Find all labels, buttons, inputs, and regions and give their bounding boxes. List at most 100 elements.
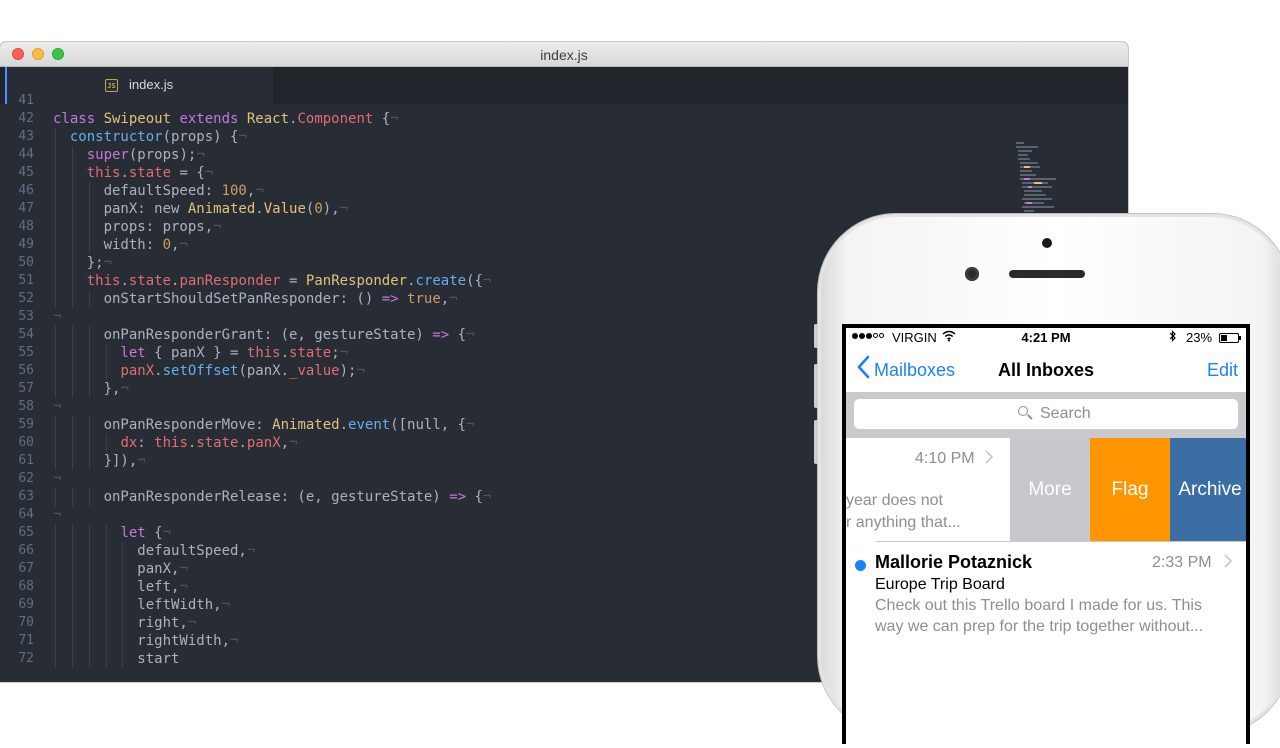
line-number: 41 xyxy=(18,93,34,108)
indent-guide xyxy=(71,362,73,380)
indent-guide xyxy=(55,164,56,182)
line-number: 46 xyxy=(18,183,34,198)
code-text: rightWidth,¬ xyxy=(53,633,239,649)
code-text: panX: new Animated.Value(0),¬ xyxy=(53,201,349,217)
archive-action-button[interactable]: Archive xyxy=(1170,438,1246,541)
code-text: },¬ xyxy=(53,381,129,397)
code-text: onStartShouldSetPanResponder: () => true… xyxy=(53,291,458,307)
indent-guide xyxy=(88,614,90,632)
list-item-swiped[interactable]: 4:10 PM year does not r anything that...… xyxy=(846,438,1246,541)
code-line: 45 this.state = {¬ xyxy=(0,164,1000,182)
line-number: 60 xyxy=(18,435,34,450)
flag-action-button[interactable]: Flag xyxy=(1090,438,1170,541)
search-bar: Search xyxy=(846,392,1246,438)
indent-guide xyxy=(71,452,73,470)
search-input[interactable]: Search xyxy=(854,399,1238,429)
indent-guide xyxy=(105,560,107,578)
search-icon xyxy=(1018,406,1028,416)
code-text: };¬ xyxy=(53,255,113,271)
list-item[interactable]: Mallorie Potaznick 2:33 PM Europe Trip B… xyxy=(846,542,1246,652)
code-text: width: 0,¬ xyxy=(53,237,188,253)
line-number: 59 xyxy=(18,417,34,432)
code-text: super(props);¬ xyxy=(86,147,205,163)
title-bar: index.js xyxy=(0,42,1128,67)
code-text: ¬ xyxy=(53,309,62,325)
indent-guide xyxy=(88,542,90,560)
indent-guide xyxy=(105,632,107,650)
indent-guide xyxy=(55,416,56,434)
line-number: 58 xyxy=(18,399,34,414)
indent-guide xyxy=(88,380,90,398)
indent-guide xyxy=(122,560,124,578)
js-file-icon: JS xyxy=(105,79,118,92)
front-camera-icon xyxy=(965,267,979,281)
indent-guide xyxy=(55,272,56,290)
indent-guide xyxy=(71,272,73,290)
indent-guide xyxy=(88,524,90,542)
indent-guide xyxy=(55,380,56,398)
line-number: 43 xyxy=(18,129,34,144)
message-time: 2:33 PM xyxy=(1152,554,1212,571)
indent-guide xyxy=(55,488,56,506)
indent-guide xyxy=(88,650,90,668)
indent-guide xyxy=(55,632,56,650)
indent-guide xyxy=(71,254,73,272)
indent-guide xyxy=(71,542,73,560)
window-title: index.js xyxy=(540,47,588,63)
indent-guide xyxy=(88,344,90,362)
line-number: 45 xyxy=(18,165,34,180)
line-number: 53 xyxy=(18,309,34,324)
indent-guide xyxy=(71,326,73,344)
bluetooth-icon xyxy=(1169,330,1177,345)
code-text: ¬ xyxy=(53,471,62,487)
indent-guide xyxy=(88,434,90,452)
line-number: 51 xyxy=(18,273,34,288)
indent-guide xyxy=(105,578,107,596)
edit-button[interactable]: Edit xyxy=(1207,360,1238,381)
line-number: 66 xyxy=(18,543,34,558)
code-text: let {¬ xyxy=(120,525,172,541)
indent-guide xyxy=(55,614,56,632)
indent-guide xyxy=(71,434,73,452)
indent-guide xyxy=(88,560,90,578)
code-text: leftWidth,¬ xyxy=(53,597,231,613)
line-number: 63 xyxy=(18,489,34,504)
indent-guide xyxy=(71,578,73,596)
indent-guide xyxy=(122,542,124,560)
indent-guide xyxy=(88,182,90,200)
line-number: 67 xyxy=(18,561,34,576)
message-preview: r anything that... xyxy=(846,514,961,531)
search-placeholder: Search xyxy=(1040,405,1091,422)
indent-guide xyxy=(55,650,56,668)
earpiece-speaker xyxy=(1009,270,1085,278)
battery-percentage: 23% xyxy=(1186,330,1213,345)
code-text: right,¬ xyxy=(53,615,197,631)
volume-down-button xyxy=(814,420,818,464)
line-number: 70 xyxy=(18,615,34,630)
code-text: this.state.panResponder = PanResponder.c… xyxy=(86,273,492,289)
code-text: class Swipeout extends React.Component {… xyxy=(53,111,399,127)
proximity-sensor xyxy=(1042,238,1052,248)
indent-guide xyxy=(71,614,73,632)
line-number: 48 xyxy=(18,219,34,234)
line-number: 42 xyxy=(18,111,34,126)
code-text: ¬ xyxy=(53,507,62,523)
line-number: 50 xyxy=(18,255,34,270)
message-subject: Europe Trip Board xyxy=(875,576,1005,593)
navigation-bar: Mailboxes All Inboxes Edit xyxy=(846,348,1246,392)
code-text: onPanResponderRelease: (e, gestureState)… xyxy=(53,489,492,505)
code-text: onPanResponderGrant: (e, gestureState) =… xyxy=(53,327,475,343)
indent-guide xyxy=(71,146,73,164)
line-number: 54 xyxy=(18,327,34,342)
indent-guide xyxy=(88,578,90,596)
indent-guide xyxy=(71,380,73,398)
code-line: 46 defaultSpeed: 100,¬ xyxy=(0,182,1000,200)
indent-guide xyxy=(105,542,107,560)
indent-guide xyxy=(55,578,56,596)
indent-guide xyxy=(105,614,107,632)
code-line: 44 super(props);¬ xyxy=(0,146,1000,164)
more-action-button[interactable]: More xyxy=(1010,438,1090,541)
indent-guide xyxy=(71,632,73,650)
indent-guide xyxy=(122,596,124,614)
line-number: 56 xyxy=(18,363,34,378)
